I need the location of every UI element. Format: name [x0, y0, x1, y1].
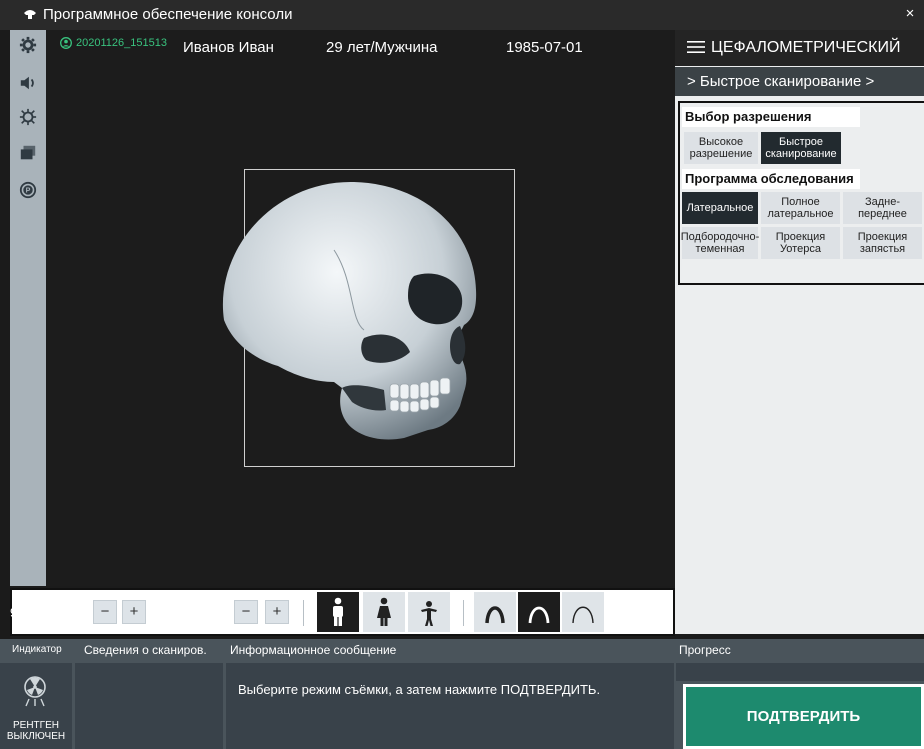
female-figure-icon — [377, 597, 391, 626]
indicator-header: Индикатор — [12, 644, 62, 655]
user-icon — [60, 37, 72, 49]
program-smv-button[interactable]: Подбородочно-теменная — [681, 227, 759, 259]
arch-wide-icon — [572, 606, 594, 624]
resolution-heading: Выбор разрешения — [682, 107, 860, 127]
patient-id: 20201126_151513 — [60, 36, 167, 50]
child-figure-icon — [421, 601, 437, 626]
male-figure-icon — [333, 597, 343, 626]
body-female-button[interactable] — [363, 592, 405, 632]
right-panel: ЦЕФАЛОМЕТРИЧЕСКИЙ > Быстрое сканирование… — [675, 30, 924, 634]
kvp-increase-button[interactable]: + — [122, 600, 146, 624]
parking-button[interactable]: P — [16, 178, 40, 202]
kvp-decrease-button[interactable]: − — [93, 600, 117, 624]
close-button[interactable]: × — [900, 5, 920, 22]
skull-image — [222, 181, 477, 440]
patient-birth-date: 1985-07-01 — [506, 39, 583, 56]
window-title: Программное обеспечение консоли — [43, 6, 293, 23]
arch-narrow-icon — [485, 606, 505, 624]
resolution-high-button[interactable]: Высокое разрешение — [684, 132, 758, 164]
arch-medium-button[interactable] — [518, 592, 560, 632]
arch-medium-icon — [528, 606, 550, 624]
breadcrumb-text: > Быстрое сканирование > — [687, 73, 875, 90]
exposure-control-bar: 90 кВп − + 10 мА − + — [10, 588, 675, 636]
infection-control-button[interactable] — [16, 105, 40, 129]
message-panel: Выберите режим съёмки, а затем нажмите П… — [226, 663, 674, 749]
program-waters-button[interactable]: Проекция Уотерса — [761, 227, 840, 259]
radiation-icon — [24, 676, 46, 707]
scan-info-panel — [75, 663, 223, 749]
scan-info-header: Сведения о сканиров. — [84, 643, 207, 657]
program-full-lateral-button[interactable]: Полное латеральное — [761, 192, 840, 224]
progress-panel — [676, 663, 924, 681]
virus-icon — [19, 108, 37, 126]
confirm-button[interactable]: ПОДТВЕРДИТЬ — [683, 684, 924, 749]
parking-icon: P — [19, 181, 37, 199]
arch-narrow-button[interactable] — [474, 592, 516, 632]
body-child-button[interactable] — [408, 592, 450, 632]
mode-header: ЦЕФАЛОМЕТРИЧЕСКИЙ — [675, 30, 924, 66]
breadcrumb[interactable]: > Быстрое сканирование > — [675, 67, 924, 96]
svg-text:P: P — [26, 186, 31, 195]
settings-button[interactable] — [16, 33, 40, 57]
app-logo-icon — [23, 7, 37, 21]
hamburger-icon — [687, 41, 705, 53]
ma-value: 10 мА — [160, 605, 196, 620]
xray-status-line1: РЕНТГЕН — [13, 720, 59, 731]
program-carpus-button[interactable]: Проекция запястья — [843, 227, 922, 259]
title-bar: Программное обеспечение консоли × — [0, 0, 924, 30]
layers-icon — [20, 145, 36, 160]
speaker-icon — [20, 76, 34, 90]
body-male-button[interactable] — [317, 592, 359, 632]
patient-age-sex: 29 лет/Мужчина — [326, 39, 438, 56]
xray-status-line2: ВЫКЛЮЧЕН — [6, 731, 66, 742]
scan-options-box: Выбор разрешения Высокое разрешение Быст… — [678, 101, 924, 285]
xray-indicator: РЕНТГЕН ВЫКЛЮЧЕН — [0, 663, 72, 749]
xray-status-text: РЕНТГЕН ВЫКЛЮЧЕН — [0, 720, 72, 742]
mode-title: ЦЕФАЛОМЕТРИЧЕСКИЙ — [711, 39, 901, 56]
patient-id-text: 20201126_151513 — [76, 37, 167, 49]
divider — [463, 600, 464, 626]
layers-button[interactable] — [16, 141, 40, 165]
arch-wide-button[interactable] — [562, 592, 604, 632]
gear-icon — [19, 36, 37, 54]
program-heading: Программа обследования — [682, 169, 860, 189]
patient-name: Иванов Иван — [183, 39, 274, 56]
sound-button[interactable] — [16, 71, 40, 95]
message-header: Информационное сообщение — [230, 643, 397, 657]
divider — [303, 600, 304, 626]
ma-increase-button[interactable]: + — [265, 600, 289, 624]
program-pa-button[interactable]: Задне-переднее — [843, 192, 922, 224]
resolution-fast-button[interactable]: Быстрое сканирование — [761, 132, 841, 164]
ma-decrease-button[interactable]: − — [234, 600, 258, 624]
left-toolbar: P — [10, 30, 46, 586]
progress-header: Прогресс — [679, 643, 731, 657]
info-message: Выберите режим съёмки, а затем нажмите П… — [238, 682, 601, 697]
menu-button[interactable] — [687, 39, 705, 60]
program-lateral-button[interactable]: Латеральное — [682, 192, 758, 224]
kvp-value: 90 кВп — [10, 605, 50, 620]
